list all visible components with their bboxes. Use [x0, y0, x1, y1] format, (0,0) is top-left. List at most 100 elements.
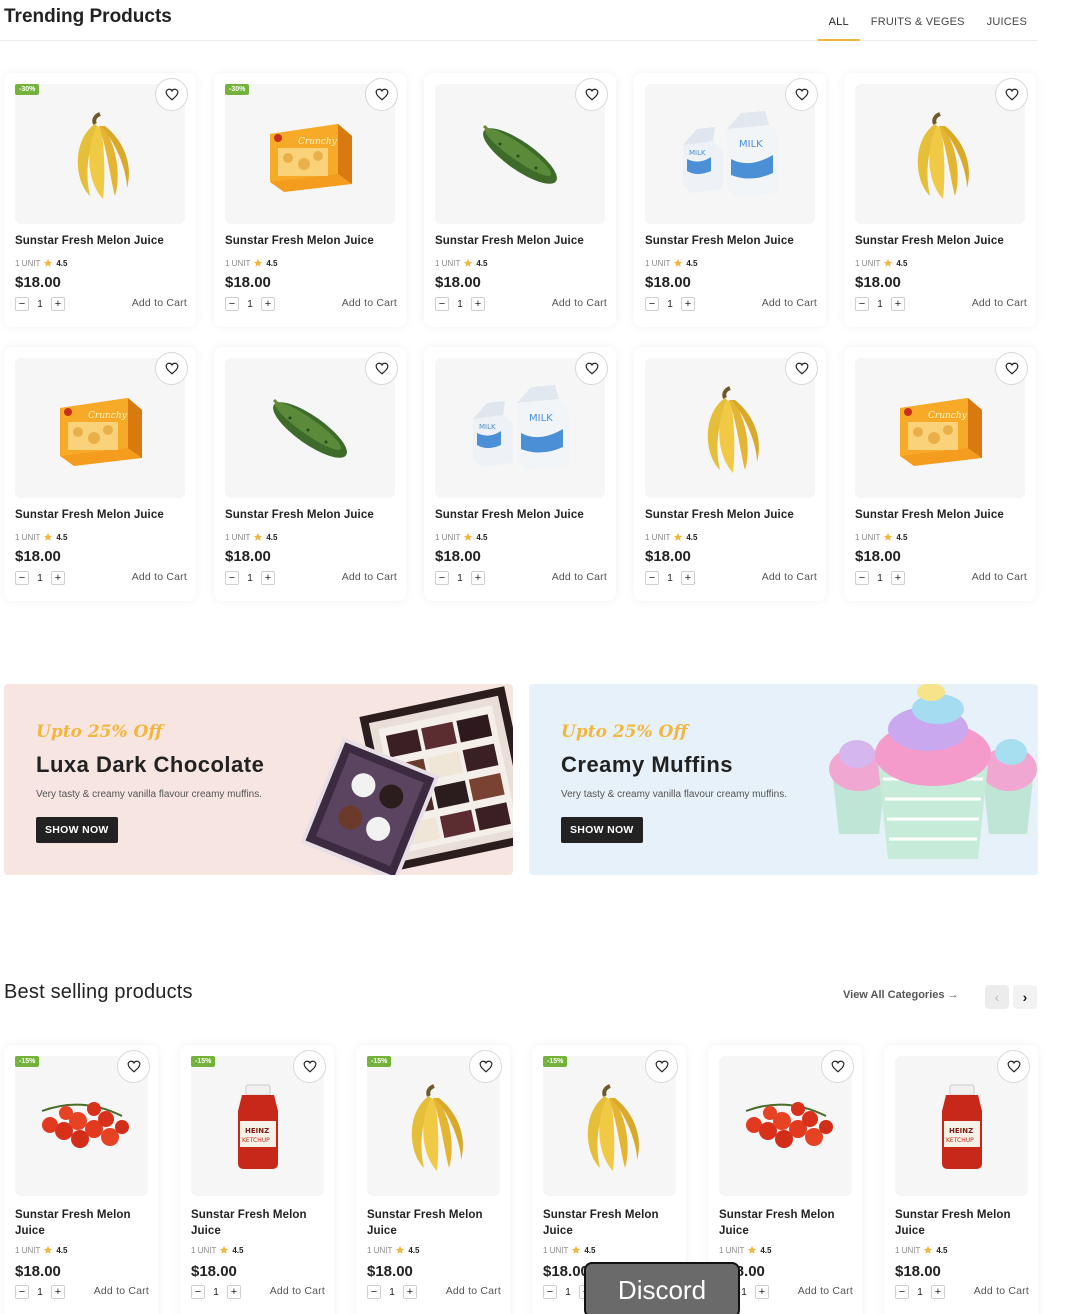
view-all-categories-link[interactable]: View All Categories → [843, 989, 959, 1001]
product-name[interactable]: Sunstar Fresh Melon Juice [645, 235, 817, 247]
product-name[interactable]: Sunstar Fresh Melon Juice [645, 509, 817, 521]
product-name[interactable]: Sunstar Fresh Melon Juice [367, 1207, 503, 1239]
carousel-prev-button[interactable]: ‹ [985, 985, 1009, 1009]
minus-icon[interactable]: − [435, 297, 449, 311]
product-name[interactable]: Sunstar Fresh Melon Juice [719, 1207, 855, 1239]
product-card[interactable]: Crunchy Sunstar Fresh Melon Juice 1 UNIT… [4, 347, 196, 601]
wishlist-button[interactable] [575, 78, 608, 111]
product-card[interactable]: HEINZ KETCHUP Sunstar Fresh Melon Juice … [884, 1045, 1038, 1314]
product-card[interactable]: HEINZ KETCHUP -15% Sunstar Fresh Melon J… [180, 1045, 334, 1314]
product-name[interactable]: Sunstar Fresh Melon Juice [895, 1207, 1031, 1239]
product-card[interactable]: Sunstar Fresh Melon Juice 1 UNIT 4.5 $18… [214, 347, 406, 601]
quantity-value[interactable]: 1 [455, 299, 465, 310]
product-card[interactable]: -15% Sunstar Fresh Melon Juice 1 UNIT 4.… [4, 1045, 158, 1314]
add-to-cart-button[interactable]: Add to Cart [762, 571, 817, 583]
quantity-value[interactable]: 1 [35, 1287, 45, 1298]
add-to-cart-button[interactable]: Add to Cart [762, 297, 817, 309]
plus-icon[interactable]: + [891, 571, 905, 585]
wishlist-button[interactable] [469, 1050, 502, 1083]
plus-icon[interactable]: + [403, 1285, 417, 1299]
show-now-button[interactable]: SHOW NOW [36, 817, 118, 843]
plus-icon[interactable]: + [51, 1285, 65, 1299]
product-card[interactable]: Crunchy -30% Sunstar Fresh Melon Juice 1… [214, 73, 406, 327]
plus-icon[interactable]: + [471, 571, 485, 585]
product-name[interactable]: Sunstar Fresh Melon Juice [191, 1207, 327, 1239]
product-name[interactable]: Sunstar Fresh Melon Juice [435, 509, 607, 521]
wishlist-button[interactable] [365, 78, 398, 111]
plus-icon[interactable]: + [471, 297, 485, 311]
product-name[interactable]: Sunstar Fresh Melon Juice [15, 509, 187, 521]
quantity-value[interactable]: 1 [387, 1287, 397, 1298]
wishlist-button[interactable] [293, 1050, 326, 1083]
tab-all[interactable]: ALL [817, 0, 860, 41]
add-to-cart-button[interactable]: Add to Cart [132, 297, 187, 309]
add-to-cart-button[interactable]: Add to Cart [552, 297, 607, 309]
product-name[interactable]: Sunstar Fresh Melon Juice [855, 235, 1027, 247]
product-name[interactable]: Sunstar Fresh Melon Juice [15, 1207, 151, 1239]
add-to-cart-button[interactable]: Add to Cart [446, 1285, 501, 1297]
minus-icon[interactable]: − [15, 297, 29, 311]
add-to-cart-button[interactable]: Add to Cart [552, 571, 607, 583]
product-card[interactable]: Crunchy Sunstar Fresh Melon Juice 1 UNIT… [844, 347, 1036, 601]
plus-icon[interactable]: + [681, 297, 695, 311]
minus-icon[interactable]: − [645, 571, 659, 585]
minus-icon[interactable]: − [225, 571, 239, 585]
product-card[interactable]: Sunstar Fresh Melon Juice 1 UNIT 4.5 $18… [634, 347, 826, 601]
add-to-cart-button[interactable]: Add to Cart [342, 571, 397, 583]
plus-icon[interactable]: + [681, 571, 695, 585]
add-to-cart-button[interactable]: Add to Cart [94, 1285, 149, 1297]
wishlist-button[interactable] [995, 78, 1028, 111]
product-name[interactable]: Sunstar Fresh Melon Juice [435, 235, 607, 247]
add-to-cart-button[interactable]: Add to Cart [798, 1285, 853, 1297]
tab-fruits-veges[interactable]: FRUITS & VEGES [860, 0, 976, 41]
quantity-value[interactable]: 1 [35, 299, 45, 310]
minus-icon[interactable]: − [855, 297, 869, 311]
wishlist-button[interactable] [785, 78, 818, 111]
quantity-value[interactable]: 1 [35, 573, 45, 584]
plus-icon[interactable]: + [51, 297, 65, 311]
minus-icon[interactable]: − [645, 297, 659, 311]
minus-icon[interactable]: − [543, 1285, 557, 1299]
wishlist-button[interactable] [155, 78, 188, 111]
product-card[interactable]: -30% Sunstar Fresh Melon Juice 1 UNIT 4.… [4, 73, 196, 327]
product-name[interactable]: Sunstar Fresh Melon Juice [225, 235, 397, 247]
quantity-value[interactable]: 1 [245, 299, 255, 310]
minus-icon[interactable]: − [15, 571, 29, 585]
product-name[interactable]: Sunstar Fresh Melon Juice [15, 235, 187, 247]
wishlist-button[interactable] [997, 1050, 1030, 1083]
add-to-cart-button[interactable]: Add to Cart [972, 297, 1027, 309]
quantity-value[interactable]: 1 [563, 1287, 573, 1298]
minus-icon[interactable]: − [191, 1285, 205, 1299]
quantity-value[interactable]: 1 [211, 1287, 221, 1298]
show-now-button[interactable]: SHOW NOW [561, 817, 643, 843]
product-card[interactable]: Sunstar Fresh Melon Juice 1 UNIT 4.5 $18… [844, 73, 1036, 327]
quantity-value[interactable]: 1 [665, 573, 675, 584]
quantity-value[interactable]: 1 [875, 299, 885, 310]
product-card[interactable]: Sunstar Fresh Melon Juice 1 UNIT 4.5 $18… [424, 73, 616, 327]
quantity-value[interactable]: 1 [915, 1287, 925, 1298]
wishlist-button[interactable] [785, 352, 818, 385]
add-to-cart-button[interactable]: Add to Cart [132, 571, 187, 583]
product-name[interactable]: Sunstar Fresh Melon Juice [225, 509, 397, 521]
wishlist-button[interactable] [117, 1050, 150, 1083]
quantity-value[interactable]: 1 [875, 573, 885, 584]
add-to-cart-button[interactable]: Add to Cart [972, 571, 1027, 583]
add-to-cart-button[interactable]: Add to Cart [342, 297, 397, 309]
plus-icon[interactable]: + [755, 1285, 769, 1299]
quantity-value[interactable]: 1 [245, 573, 255, 584]
wishlist-button[interactable] [365, 352, 398, 385]
plus-icon[interactable]: + [227, 1285, 241, 1299]
add-to-cart-button[interactable]: Add to Cart [270, 1285, 325, 1297]
product-card[interactable]: MILK MILK Sunstar Fresh Melon Juice 1 UN… [424, 347, 616, 601]
product-name[interactable]: Sunstar Fresh Melon Juice [543, 1207, 679, 1239]
add-to-cart-button[interactable]: Add to Cart [974, 1285, 1029, 1297]
minus-icon[interactable]: − [435, 571, 449, 585]
minus-icon[interactable]: − [15, 1285, 29, 1299]
quantity-value[interactable]: 1 [739, 1287, 749, 1298]
minus-icon[interactable]: − [855, 571, 869, 585]
minus-icon[interactable]: − [225, 297, 239, 311]
wishlist-button[interactable] [155, 352, 188, 385]
carousel-next-button[interactable]: › [1013, 985, 1037, 1009]
plus-icon[interactable]: + [261, 571, 275, 585]
plus-icon[interactable]: + [931, 1285, 945, 1299]
